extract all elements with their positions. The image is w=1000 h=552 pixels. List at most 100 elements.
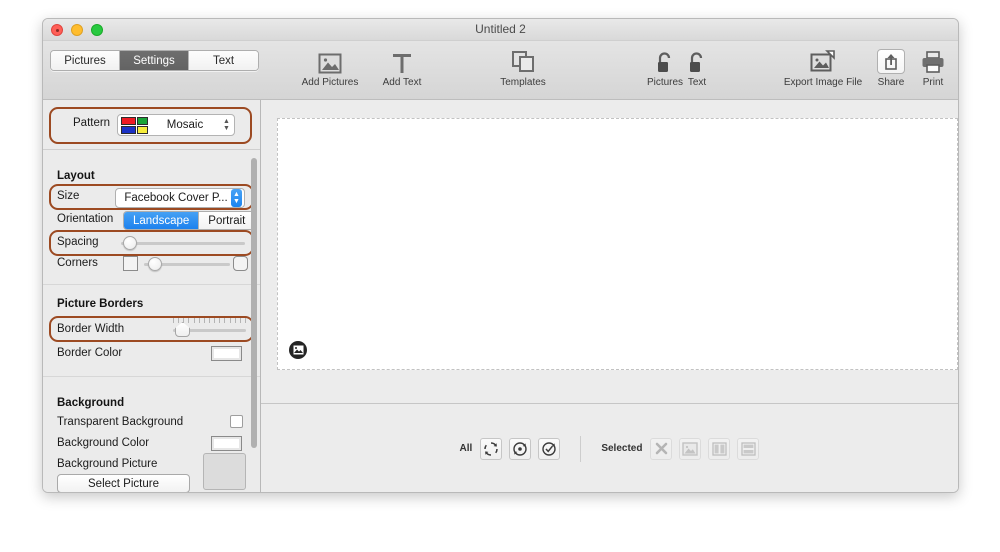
add-text-label: Add Text <box>382 77 422 88</box>
pattern-popup-button[interactable]: Mosaic ▲ ▼ <box>117 114 235 136</box>
all-actions-group: All <box>459 437 561 460</box>
size-value: Facebook Cover P... <box>124 192 228 204</box>
picture-icon <box>318 47 342 74</box>
pattern-label-row: Pattern <box>73 117 110 129</box>
tab-text[interactable]: Text <box>189 51 258 70</box>
border-width-tick-marks <box>173 318 246 324</box>
templates-button[interactable]: Templates <box>484 47 562 88</box>
size-popup-button[interactable]: Facebook Cover P... ▲ ▼ <box>115 188 245 208</box>
background-picture-row: Background Picture <box>57 458 157 470</box>
export-image-file-button[interactable]: Export Image File <box>771 47 875 88</box>
settings-scroll-panel[interactable]: Layout Size Facebook Cover P... ▲ ▼ Orien… <box>43 150 260 492</box>
pattern-section: Pattern Mosaic ▲ ▼ <box>43 100 260 150</box>
background-color-row: Background Color <box>57 437 149 449</box>
share-label: Share <box>877 77 905 88</box>
size-row: Size <box>57 190 79 202</box>
border-color-label: Border Color <box>57 347 123 359</box>
section-divider <box>43 376 260 377</box>
border-color-row: Border Color <box>57 347 122 359</box>
all-group-label: All <box>459 443 473 454</box>
rotate-check-icon[interactable] <box>538 437 561 460</box>
spacing-slider-thumb[interactable] <box>123 236 137 250</box>
rotate-arrows-icon[interactable] <box>480 437 503 460</box>
orientation-portrait-option[interactable]: Portrait <box>199 212 255 229</box>
add-pictures-button[interactable]: Add Pictures <box>291 47 369 88</box>
border-width-slider[interactable] <box>173 318 246 338</box>
orientation-segmented-control[interactable]: Landscape Portrait <box>123 211 256 230</box>
rounded-square-icon <box>233 256 248 271</box>
corners-row: Corners <box>57 257 98 269</box>
add-picture-badge-icon[interactable] <box>289 341 307 359</box>
sidebar-scrollbar[interactable] <box>251 158 257 448</box>
section-divider <box>43 284 260 285</box>
border-width-slider-thumb[interactable] <box>175 322 190 337</box>
orientation-landscape-option[interactable]: Landscape <box>124 212 200 229</box>
close-x-icon[interactable] <box>650 437 673 460</box>
border-color-swatch[interactable] <box>211 346 242 361</box>
main-toolbar: Pictures Settings Text Add Pictures Add … <box>43 41 958 100</box>
size-label: Size <box>57 190 80 202</box>
orientation-label: Orientation <box>57 213 114 225</box>
selected-actions-group: Selected <box>601 437 760 460</box>
background-picture-well[interactable] <box>203 453 246 490</box>
tab-pictures[interactable]: Pictures <box>51 51 120 70</box>
window-body: Pattern Mosaic ▲ ▼ Layout Size Facebook … <box>43 100 958 492</box>
mosaic-swatch-icon <box>121 116 149 134</box>
templates-icon <box>511 47 535 74</box>
screenshot-root: Untitled 2 Pictures Settings Text Add Pi… <box>0 0 1000 552</box>
add-pictures-label: Add Pictures <box>301 77 359 88</box>
bottom-toolbar-separator <box>580 435 582 462</box>
chevron-updown-icon[interactable]: ▲ ▼ <box>231 189 242 207</box>
text-T-icon <box>391 47 413 74</box>
view-tab-segmented-control[interactable]: Pictures Settings Text <box>50 50 259 71</box>
unlocked-padlock-icon <box>688 47 706 74</box>
window-titlebar: Untitled 2 <box>43 19 958 41</box>
transparent-background-row: Transparent Background <box>57 416 183 428</box>
selected-group-label: Selected <box>601 443 643 454</box>
corners-slider-thumb[interactable] <box>148 257 162 271</box>
select-picture-button[interactable]: Select Picture <box>57 474 190 492</box>
canvas-area <box>261 100 958 403</box>
background-color-label: Background Color <box>57 437 150 449</box>
print-label: Print <box>922 77 944 88</box>
background-color-swatch[interactable] <box>211 436 242 451</box>
transparent-background-label: Transparent Background <box>57 416 184 428</box>
orientation-row: Orientation <box>57 213 113 225</box>
spacing-row: Spacing <box>57 236 99 248</box>
add-text-button[interactable]: Add Text <box>363 47 441 88</box>
app-window: Untitled 2 Pictures Settings Text Add Pi… <box>42 18 959 493</box>
picture-borders-heading: Picture Borders <box>57 298 144 310</box>
corners-label: Corners <box>57 257 98 269</box>
main-content-area: All Selected <box>261 100 958 492</box>
transparent-background-checkbox[interactable] <box>230 415 243 428</box>
corners-slider[interactable] <box>144 256 230 272</box>
split-columns-icon[interactable] <box>708 437 731 460</box>
templates-label: Templates <box>500 77 546 88</box>
spacing-slider-track <box>121 242 245 245</box>
spacing-slider[interactable] <box>121 235 245 251</box>
bottom-toolbar: All Selected <box>261 404 958 492</box>
picture-icon[interactable] <box>679 437 702 460</box>
background-heading: Background <box>57 397 125 409</box>
print-button[interactable]: Print <box>907 47 958 88</box>
square-icon <box>123 256 138 271</box>
settings-sidebar: Pattern Mosaic ▲ ▼ Layout Size Facebook … <box>43 100 261 492</box>
spacing-label: Spacing <box>57 236 99 248</box>
pattern-value: Mosaic <box>166 119 204 131</box>
lock-text-button[interactable]: Text <box>658 47 736 88</box>
export-image-file-label: Export Image File <box>783 77 863 88</box>
chevron-updown-icon[interactable]: ▲ ▼ <box>221 116 232 134</box>
border-width-label: Border Width <box>57 323 125 335</box>
rotate-center-dot-icon[interactable] <box>509 437 532 460</box>
window-title: Untitled 2 <box>475 22 526 36</box>
border-width-row: Border Width <box>57 323 124 335</box>
collage-canvas[interactable] <box>277 118 958 370</box>
lock-text-label: Text <box>687 77 707 88</box>
printer-icon <box>921 47 945 74</box>
tab-settings[interactable]: Settings <box>120 51 189 70</box>
pattern-label: Pattern <box>73 117 111 129</box>
layout-heading: Layout <box>57 170 95 182</box>
share-upload-icon <box>877 47 905 74</box>
export-image-icon <box>810 47 836 74</box>
split-rows-icon[interactable] <box>737 437 760 460</box>
